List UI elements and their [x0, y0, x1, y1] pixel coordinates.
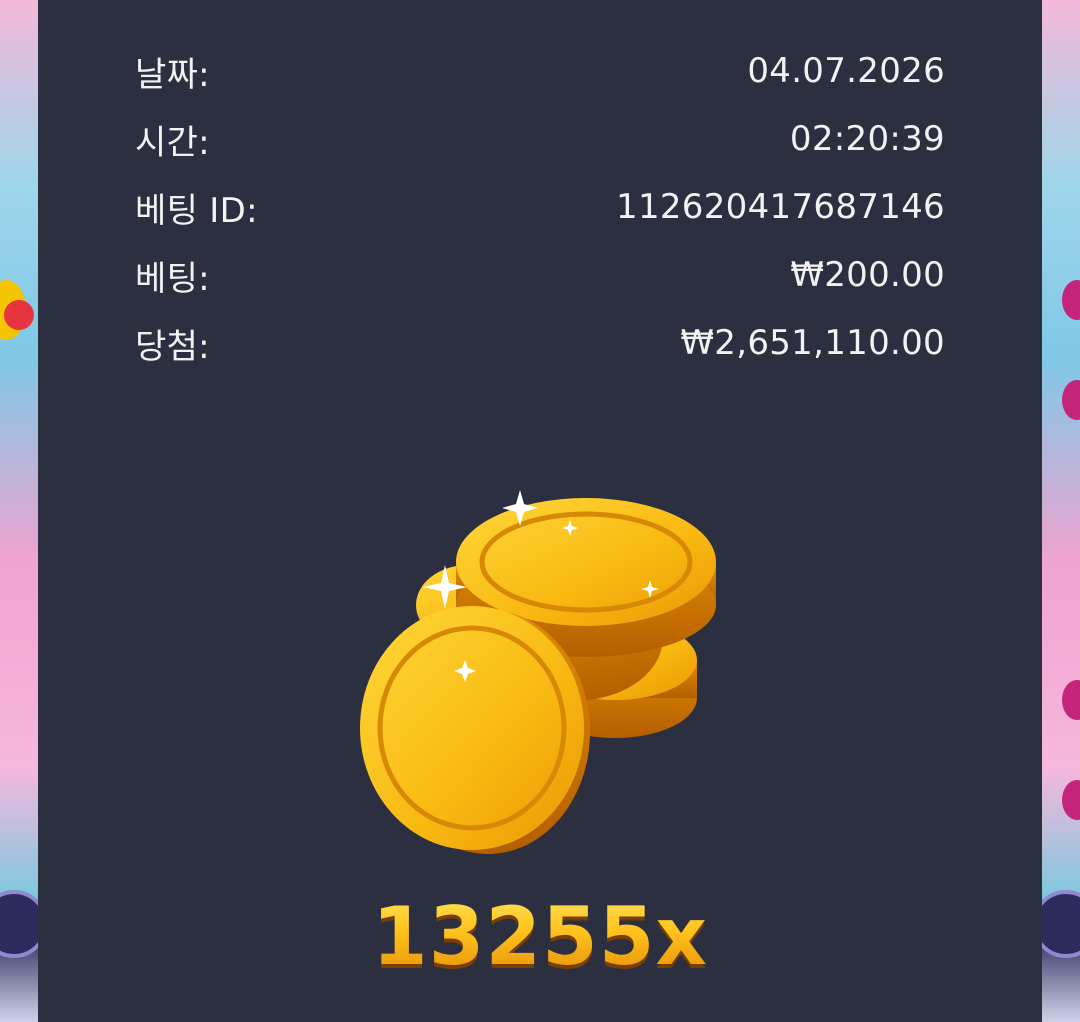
bet-id-row: 베팅 ID: 112620417687146	[135, 182, 945, 232]
game-background-left	[0, 0, 38, 1022]
time-label: 시간:	[135, 122, 210, 163]
bet-id-label: 베팅 ID:	[135, 190, 258, 231]
bet-amount-value: ₩200.00	[790, 255, 945, 295]
bet-id-value: 112620417687146	[616, 187, 945, 227]
win-amount-label: 당첨:	[135, 326, 210, 367]
game-candy-fragment	[1062, 380, 1080, 420]
time-row: 시간: 02:20:39	[135, 114, 945, 164]
gold-coins-icon	[360, 490, 716, 854]
win-amount-value: ₩2,651,110.00	[680, 323, 945, 363]
game-candy-fragment	[1062, 680, 1080, 720]
game-background-right	[1042, 0, 1080, 1022]
bet-amount-label: 베팅:	[135, 258, 210, 299]
time-value: 02:20:39	[789, 119, 945, 159]
date-row: 날짜: 04.07.2026	[135, 46, 945, 96]
date-label: 날짜:	[135, 54, 210, 95]
win-amount-row: 당첨: ₩2,651,110.00	[135, 318, 945, 368]
bet-amount-row: 베팅: ₩200.00	[135, 250, 945, 300]
game-candy-fragment	[1062, 780, 1080, 820]
game-symbol-fragment	[4, 300, 34, 330]
game-candy-fragment	[1062, 280, 1080, 320]
win-multiplier: 13255x	[0, 890, 1080, 983]
date-value: 04.07.2026	[747, 51, 945, 91]
